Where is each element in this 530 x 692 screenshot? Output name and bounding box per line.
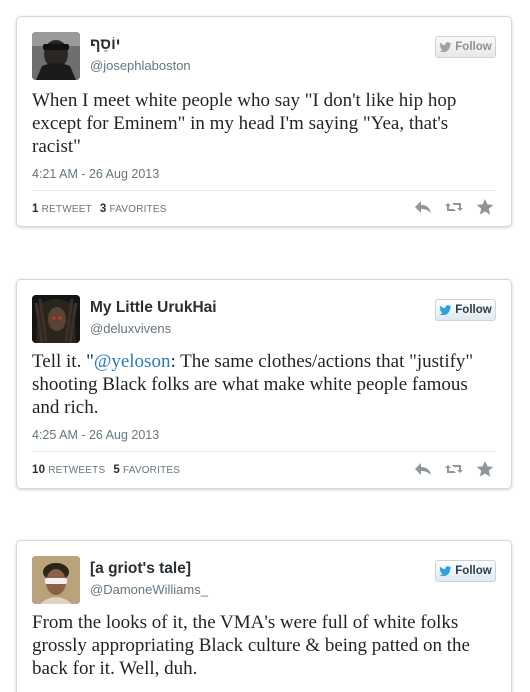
display-name[interactable]: יוֹסֵף [90, 36, 121, 54]
tweet-actions [413, 198, 495, 216]
tweet-actions [413, 460, 495, 478]
display-name[interactable]: My Little UrukHai [90, 299, 217, 317]
tweet-stats: 1 RETWEET 3 FAVORITES [32, 203, 167, 215]
screen-name[interactable]: @deluxvivens [90, 321, 171, 336]
timestamp[interactable]: 4:25 AM - 26 Aug 2013 [32, 428, 159, 442]
tweet-header: יוֹסֵף @josephlaboston Follow [32, 32, 496, 80]
reply-icon[interactable] [413, 198, 433, 216]
follow-button[interactable]: Follow [435, 560, 496, 582]
tweet-text: When I meet white people who say "I don'… [32, 90, 457, 157]
divider [32, 451, 496, 452]
avatar[interactable] [32, 295, 80, 343]
display-name[interactable]: [a griot's tale] [90, 560, 191, 578]
favorites-label[interactable]: FAVORITES [123, 465, 180, 476]
retweets-label[interactable]: RETWEETS [48, 465, 105, 476]
tweet-card: [a griot's tale] @DamoneWilliams_ Follow… [16, 540, 512, 692]
tweet-text: From the looks of it, the VMA's were ful… [32, 612, 470, 679]
avatar[interactable] [32, 556, 80, 604]
mention-link[interactable]: @yeloson [94, 351, 171, 372]
screen-name[interactable]: @josephlaboston [90, 58, 191, 73]
star-icon[interactable] [475, 198, 495, 216]
tweet-card: My Little UrukHai @deluxvivens Follow Te… [16, 279, 512, 489]
favorites-count[interactable]: 3 [100, 203, 107, 215]
tweet-header: [a griot's tale] @DamoneWilliams_ Follow [32, 556, 496, 604]
retweets-label[interactable]: RETWEET [42, 204, 92, 215]
tweet-header: My Little UrukHai @deluxvivens Follow [32, 295, 496, 343]
tweet-text-prefix: Tell it. " [32, 351, 94, 372]
retweets-count[interactable]: 10 [32, 464, 45, 476]
favorites-count[interactable]: 5 [113, 464, 120, 476]
twitter-bird-icon [439, 41, 452, 52]
retweet-icon[interactable] [444, 460, 464, 478]
tweet-text: Tell it. "@yeloson: The same clothes/act… [32, 350, 493, 419]
tweet-card: יוֹסֵף @josephlaboston Follow When I mee… [16, 16, 512, 227]
twitter-bird-icon [439, 565, 452, 576]
retweets-count[interactable]: 1 [32, 203, 39, 215]
follow-button[interactable]: Follow [435, 36, 496, 58]
avatar[interactable] [32, 32, 80, 80]
reply-icon[interactable] [413, 460, 433, 478]
follow-label: Follow [455, 565, 492, 577]
follow-button[interactable]: Follow [435, 299, 496, 321]
star-icon[interactable] [475, 460, 495, 478]
retweet-icon[interactable] [444, 198, 464, 216]
divider [32, 190, 496, 191]
screen-name[interactable]: @DamoneWilliams_ [90, 582, 208, 597]
favorites-label[interactable]: FAVORITES [109, 204, 166, 215]
follow-label: Follow [455, 304, 492, 316]
timestamp[interactable]: 4:21 AM - 26 Aug 2013 [32, 167, 159, 181]
follow-label: Follow [455, 41, 492, 53]
tweet-stats: 10 RETWEETS 5 FAVORITES [32, 464, 180, 476]
twitter-bird-icon [439, 304, 452, 315]
